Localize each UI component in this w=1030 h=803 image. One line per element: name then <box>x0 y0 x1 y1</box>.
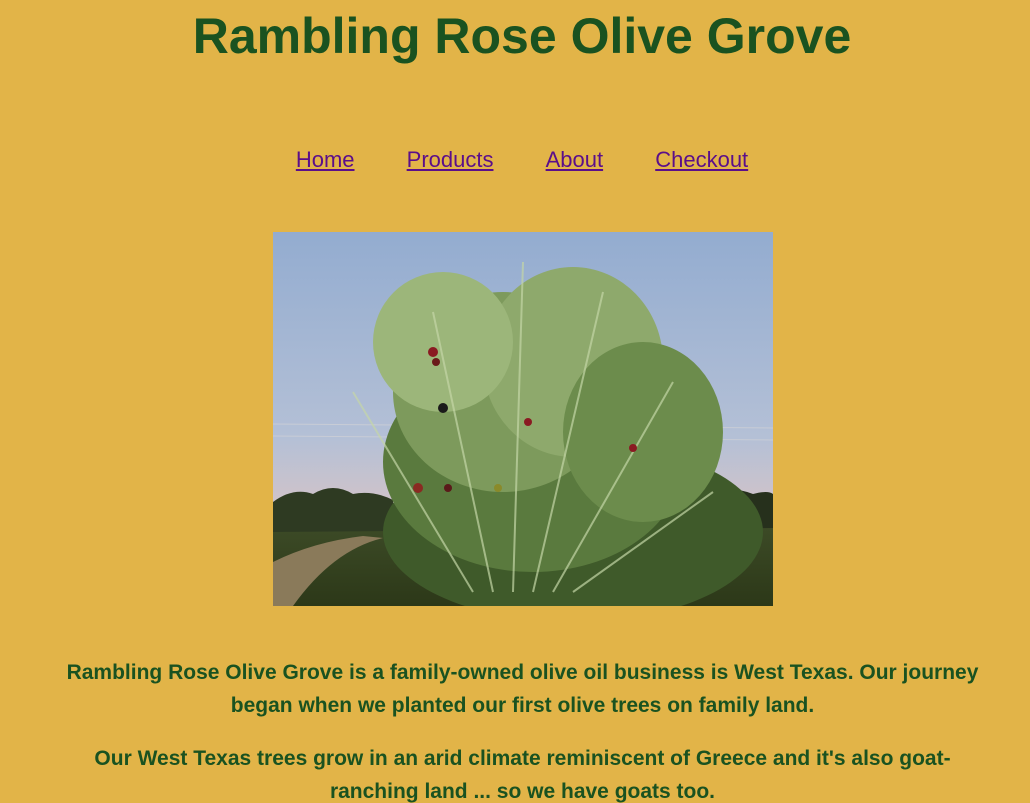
olive-tree-photo <box>273 232 773 606</box>
intro-paragraph: Our West Texas trees grow in an arid cli… <box>94 747 951 803</box>
nav-link-home[interactable]: Home <box>296 147 355 172</box>
hero-image <box>273 232 773 606</box>
nav-link-products[interactable]: Products <box>407 147 494 172</box>
page: Rambling Rose Olive Grove Home Products … <box>0 0 1030 803</box>
nav-link-checkout[interactable]: Checkout <box>655 147 748 172</box>
main-nav: Home Products About Checkout <box>0 146 1030 174</box>
site-title: Rambling Rose Olive Grove <box>192 8 852 64</box>
nav-link-about[interactable]: About <box>546 147 604 172</box>
intro-paragraph: Rambling Rose Olive Grove is a family-ow… <box>66 661 979 717</box>
